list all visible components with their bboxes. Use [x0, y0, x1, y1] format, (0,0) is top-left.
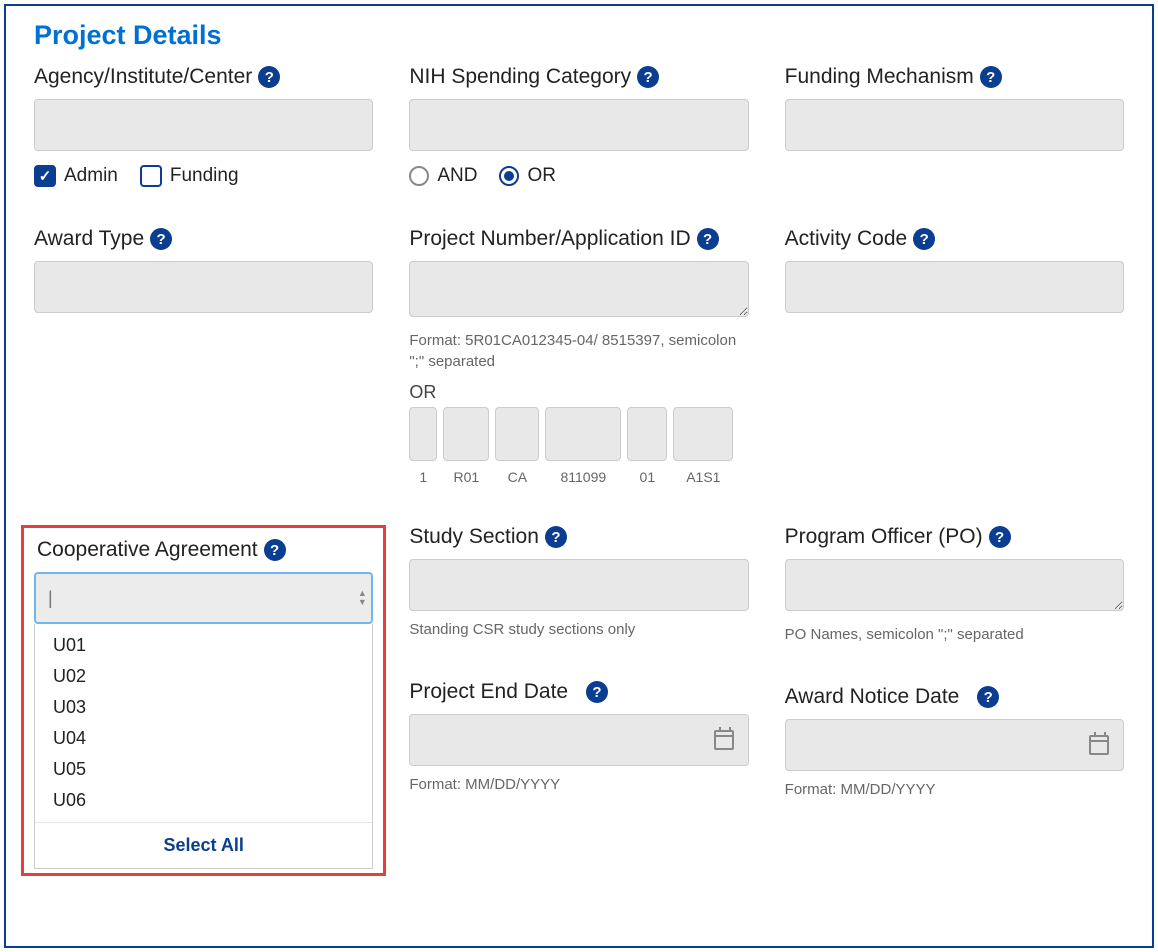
funding-mechanism-label: Funding Mechanism: [785, 65, 974, 89]
project-parts-row: 1 R01 CA 811099 01 A1S1: [409, 407, 748, 485]
help-icon[interactable]: ?: [980, 66, 1002, 88]
cooperative-input-wrap[interactable]: ▲ ▼: [34, 572, 373, 624]
cooperative-option[interactable]: U01: [35, 630, 372, 661]
help-icon[interactable]: ?: [258, 66, 280, 88]
cooperative-input[interactable]: [36, 574, 353, 622]
funding-checkbox-label: Funding: [170, 165, 239, 187]
funding-mechanism-field: Funding Mechanism ?: [785, 65, 1124, 187]
project-end-date-input[interactable]: [409, 714, 748, 766]
section-title: Project Details: [34, 20, 1124, 51]
project-part-label: R01: [443, 469, 489, 485]
activity-code-input[interactable]: [785, 261, 1124, 313]
cooperative-dropdown: U01U02U03U04U05U06U07 Select All: [34, 624, 373, 869]
help-icon[interactable]: ?: [637, 66, 659, 88]
project-end-date-helper: Format: MM/DD/YYYY: [409, 774, 748, 795]
award-notice-date-label: Award Notice Date: [785, 685, 960, 709]
spending-label: NIH Spending Category: [409, 65, 631, 89]
activity-code-label: Activity Code: [785, 227, 908, 251]
project-part-input[interactable]: [627, 407, 667, 461]
agency-input[interactable]: [34, 99, 373, 151]
and-radio-label: AND: [437, 165, 477, 187]
project-part-label: 01: [627, 469, 667, 485]
study-section-field: Study Section ? Standing CSR study secti…: [409, 525, 748, 876]
cooperative-option[interactable]: U05: [35, 754, 372, 785]
award-notice-date-input[interactable]: [785, 719, 1124, 771]
project-part-label: A1S1: [673, 469, 733, 485]
help-icon[interactable]: ?: [913, 228, 935, 250]
funding-mechanism-input[interactable]: [785, 99, 1124, 151]
project-part-input[interactable]: [409, 407, 437, 461]
project-part: 1: [409, 407, 437, 485]
calendar-icon[interactable]: [714, 730, 734, 750]
spinner-down-icon[interactable]: ▼: [355, 598, 369, 607]
project-part: CA: [495, 407, 539, 485]
project-number-or: OR: [409, 382, 748, 403]
or-radio-label: OR: [527, 165, 556, 187]
award-type-input[interactable]: [34, 261, 373, 313]
program-officer-field: Program Officer (PO) ? PO Names, semicol…: [785, 525, 1124, 876]
project-part-input[interactable]: [545, 407, 621, 461]
activity-code-field: Activity Code ?: [785, 227, 1124, 485]
program-officer-label: Program Officer (PO): [785, 525, 983, 549]
project-number-field: Project Number/Application ID ? Format: …: [409, 227, 748, 485]
cooperative-option[interactable]: U06: [35, 785, 372, 816]
admin-checkbox-label: Admin: [64, 165, 118, 187]
study-section-helper: Standing CSR study sections only: [409, 619, 748, 640]
spending-input[interactable]: [409, 99, 748, 151]
project-number-textarea[interactable]: [409, 261, 748, 317]
project-part-label: 1: [409, 469, 437, 485]
project-part-input[interactable]: [673, 407, 733, 461]
project-part-input[interactable]: [443, 407, 489, 461]
project-part-label: CA: [495, 469, 539, 485]
project-part: R01: [443, 407, 489, 485]
project-part: A1S1: [673, 407, 733, 485]
help-icon[interactable]: ?: [545, 526, 567, 548]
project-details-panel: Project Details Agency/Institute/Center …: [4, 4, 1154, 948]
cooperative-agreement-field: Cooperative Agreement ? ▲ ▼ U01U02U03U04…: [21, 525, 386, 876]
help-icon[interactable]: ?: [697, 228, 719, 250]
help-icon[interactable]: ?: [150, 228, 172, 250]
cooperative-label: Cooperative Agreement: [37, 538, 258, 562]
spending-category-field: NIH Spending Category ? AND OR: [409, 65, 748, 187]
award-notice-date-helper: Format: MM/DD/YYYY: [785, 779, 1124, 800]
program-officer-input[interactable]: [785, 559, 1124, 611]
and-radio[interactable]: [409, 166, 429, 186]
agency-label: Agency/Institute/Center: [34, 65, 252, 89]
admin-checkbox[interactable]: [34, 165, 56, 187]
project-part-input[interactable]: [495, 407, 539, 461]
project-part-label: 811099: [545, 469, 621, 485]
funding-checkbox[interactable]: [140, 165, 162, 187]
cooperative-option[interactable]: U03: [35, 692, 372, 723]
program-officer-helper: PO Names, semicolon ";" separated: [785, 624, 1124, 645]
help-icon[interactable]: ?: [264, 539, 286, 561]
project-number-helper: Format: 5R01CA012345-04/ 8515397, semico…: [409, 330, 748, 372]
agency-field: Agency/Institute/Center ? Admin Funding: [34, 65, 373, 187]
help-icon[interactable]: ?: [586, 681, 608, 703]
help-icon[interactable]: ?: [977, 686, 999, 708]
select-all-button[interactable]: Select All: [35, 822, 372, 868]
award-type-label: Award Type: [34, 227, 144, 251]
cooperative-spinner: ▲ ▼: [353, 574, 371, 622]
project-part: 811099: [545, 407, 621, 485]
help-icon[interactable]: ?: [989, 526, 1011, 548]
study-section-input[interactable]: [409, 559, 748, 611]
or-radio[interactable]: [499, 166, 519, 186]
project-end-date-label: Project End Date: [409, 680, 568, 704]
cooperative-option[interactable]: U04: [35, 723, 372, 754]
calendar-icon[interactable]: [1089, 735, 1109, 755]
study-section-label: Study Section: [409, 525, 539, 549]
project-number-label: Project Number/Application ID: [409, 227, 690, 251]
cooperative-option-list[interactable]: U01U02U03U04U05U06U07: [35, 624, 372, 822]
award-type-field: Award Type ?: [34, 227, 373, 485]
project-part: 01: [627, 407, 667, 485]
cooperative-option[interactable]: U02: [35, 661, 372, 692]
